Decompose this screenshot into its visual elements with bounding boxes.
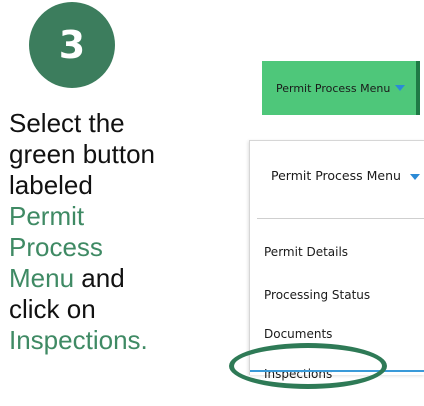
step-number-badge: 3 xyxy=(29,2,115,88)
tutorial-step: 3 Select the green button labeled Permit… xyxy=(0,0,424,406)
instruction-text: Select the green button labeled Permit P… xyxy=(9,108,209,356)
menu-button-label: Permit Process Menu xyxy=(276,81,391,95)
menu-item-permit-details[interactable]: Permit Details xyxy=(264,245,348,259)
step-number: 3 xyxy=(58,23,86,67)
instruction-line: Menu and xyxy=(9,263,209,294)
instruction-line: click on xyxy=(9,294,96,324)
menu-item-processing-status[interactable]: Processing Status xyxy=(264,288,370,302)
instruction-line: labeled xyxy=(9,170,93,200)
caret-down-icon xyxy=(395,85,406,91)
instruction-highlight: Permit xyxy=(9,201,85,231)
dropdown-toggle[interactable]: Permit Process Menu xyxy=(271,168,420,183)
permit-process-dropdown: Permit Process Menu Permit Details Proce… xyxy=(249,140,424,381)
instruction-line: Select the xyxy=(9,108,125,138)
caret-down-icon xyxy=(409,173,420,180)
instruction-text-fragment: and xyxy=(74,263,125,293)
instruction-highlight: Inspections. xyxy=(9,325,148,355)
dropdown-header-label: Permit Process Menu xyxy=(271,168,401,183)
instruction-highlight: Menu xyxy=(9,263,75,293)
menu-item-documents[interactable]: Documents xyxy=(264,327,332,341)
permit-process-menu-button[interactable]: Permit Process Menu xyxy=(262,61,420,115)
divider xyxy=(257,218,424,219)
instruction-line: green button xyxy=(9,139,156,169)
highlight-ellipse xyxy=(229,343,387,389)
instruction-highlight: Process xyxy=(9,232,103,262)
